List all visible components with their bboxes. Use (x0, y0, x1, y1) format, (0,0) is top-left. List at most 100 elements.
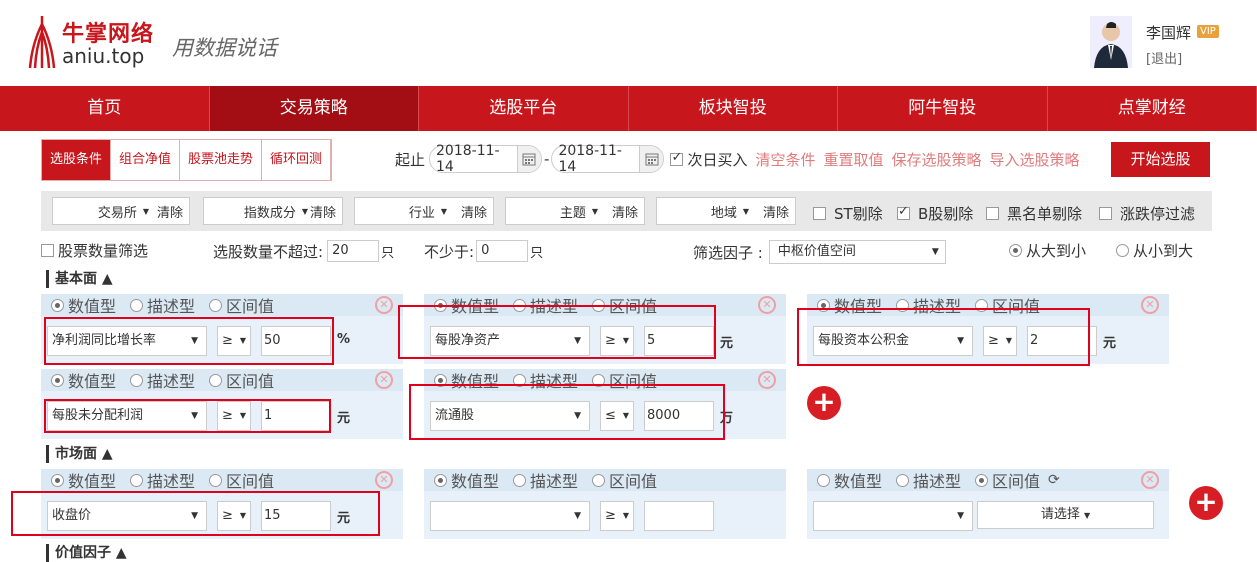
count-row: 股票数量筛选 选股数量不超过:20只 不少于:0只 筛选因子 :中枢价值空间 从… (41, 236, 1212, 264)
numeric-option[interactable]: 数值型 (434, 468, 499, 492)
section-fundamental[interactable]: 基本面 ▲ (46, 270, 113, 288)
value-input[interactable] (644, 501, 714, 531)
sort-asc-option[interactable]: 从小到大 (1116, 240, 1193, 261)
exchange-filter[interactable]: 交易所 ▼ 清除 (52, 197, 190, 225)
region-clear-button[interactable]: 清除 (763, 202, 789, 221)
descriptive-option[interactable]: 描述型 (130, 368, 195, 392)
nav-item-strategy[interactable]: 交易策略 (210, 86, 420, 131)
index-clear-button[interactable]: 清除 (310, 202, 336, 221)
nav-item-sector[interactable]: 板块智投 (629, 86, 839, 131)
factor-label: 筛选因子 : (693, 242, 763, 263)
max-count-input[interactable]: 20 (327, 240, 379, 262)
region-filter[interactable]: 地域▼清除 (656, 197, 796, 225)
import-strategy-link[interactable]: 导入选股策略 (990, 149, 1080, 170)
st-remove-checkbox[interactable] (813, 207, 826, 220)
refresh-icon[interactable]: ⟳ (1048, 472, 1060, 488)
exchange-label: 交易所 (98, 202, 137, 221)
close-icon[interactable]: ✕ (1141, 471, 1159, 489)
numeric-option[interactable]: 数值型 (817, 468, 882, 492)
descriptive-option[interactable]: 描述型 (130, 293, 195, 317)
nav-item-home[interactable]: 首页 (0, 86, 210, 131)
st-remove-option[interactable]: ST剔除 (813, 203, 883, 224)
logout-link[interactable]: [退出] (1146, 48, 1182, 67)
end-date-field[interactable]: 2018-11-14 (551, 145, 664, 173)
limit-filter-checkbox[interactable] (1099, 207, 1112, 220)
close-icon[interactable]: ✕ (758, 296, 776, 314)
min-count-input[interactable]: 0 (476, 240, 528, 262)
sort-desc-radio[interactable] (1009, 244, 1022, 257)
sort-asc-radio[interactable] (1116, 244, 1129, 257)
main-nav: 首页 交易策略 选股平台 板块智投 阿牛智投 点掌财经 (0, 86, 1257, 131)
chevron-down-icon: ▼ (302, 207, 308, 216)
numeric-option[interactable]: 数值型 (51, 368, 116, 392)
unit-label: % (337, 332, 350, 347)
calendar-icon[interactable] (639, 146, 664, 172)
start-date-field[interactable]: 2018-11-14 (429, 145, 542, 173)
factor-select[interactable]: 中枢价值空间 (769, 240, 946, 264)
st-remove-label: ST剔除 (834, 203, 883, 224)
min-count-unit: 只 (530, 242, 543, 261)
range-option[interactable]: 区间值 (209, 293, 274, 317)
range-option[interactable]: 区间值 (592, 468, 657, 492)
next-day-checkbox[interactable] (670, 153, 683, 166)
nav-item-aniu[interactable]: 阿牛智投 (838, 86, 1048, 131)
theme-filter[interactable]: 主题▼清除 (505, 197, 645, 225)
blacklist-checkbox[interactable] (986, 207, 999, 220)
industry-label: 行业 (409, 202, 435, 221)
b-remove-checkbox[interactable] (897, 207, 910, 220)
avatar[interactable] (1090, 16, 1132, 68)
nav-item-stock-picker[interactable]: 选股平台 (419, 86, 629, 131)
highlight-box (398, 305, 716, 359)
add-condition-button[interactable]: + (807, 386, 841, 420)
section-market[interactable]: 市场面 ▲ (46, 445, 113, 463)
close-icon[interactable]: ✕ (1141, 296, 1159, 314)
nav-item-finance[interactable]: 点掌财经 (1048, 86, 1257, 131)
theme-clear-button[interactable]: 清除 (612, 202, 638, 221)
highlight-box (797, 308, 1090, 366)
date-separator: - (544, 150, 549, 168)
close-icon[interactable]: ✕ (375, 371, 393, 389)
limit-filter-option[interactable]: 涨跌停过滤 (1099, 203, 1195, 224)
descriptive-option[interactable]: 描述型 (513, 468, 578, 492)
numeric-option[interactable]: 数值型 (51, 293, 116, 317)
close-icon[interactable]: ✕ (375, 296, 393, 314)
section-value-factor[interactable]: 价值因子 ▲ (46, 544, 127, 562)
tab-backtest[interactable]: 循环回测 (262, 140, 331, 180)
field-select[interactable] (430, 501, 590, 531)
field-select[interactable] (813, 501, 973, 531)
calendar-icon[interactable] (517, 146, 542, 172)
reset-values-link[interactable]: 重置取值 (823, 149, 883, 170)
numeric-option[interactable]: 数值型 (51, 468, 116, 492)
tab-conditions[interactable]: 选股条件 (42, 140, 111, 180)
chevron-down-icon: ▼ (143, 207, 149, 216)
b-remove-option[interactable]: B股剔除 (897, 203, 973, 224)
industry-clear-button[interactable]: 清除 (461, 202, 487, 221)
start-picking-button[interactable]: 开始选股 (1111, 142, 1210, 177)
add-condition-button[interactable]: + (1189, 486, 1223, 520)
condition-card: 数值型描述型区间值 ≥ (424, 469, 786, 539)
range-pick-dropdown[interactable]: 请选择 ▼ (977, 501, 1154, 529)
tab-portfolio-nav[interactable]: 组合净值 (111, 140, 180, 180)
range-option[interactable]: 区间值 (209, 368, 274, 392)
count-filter-checkbox[interactable] (41, 244, 54, 257)
descriptive-option[interactable]: 描述型 (130, 468, 195, 492)
blacklist-option[interactable]: 黑名单剔除 (986, 203, 1082, 224)
save-strategy-link[interactable]: 保存选股策略 (891, 149, 981, 170)
close-icon[interactable]: ✕ (758, 371, 776, 389)
count-filter-option[interactable]: 股票数量筛选 (41, 240, 148, 261)
tab-pool-trend[interactable]: 股票池走势 (180, 140, 262, 180)
slogan: 用数据说话 (172, 32, 277, 62)
range-option[interactable]: 区间值 (209, 468, 274, 492)
exchange-clear-button[interactable]: 清除 (157, 202, 183, 221)
sort-desc-option[interactable]: 从大到小 (1009, 240, 1086, 261)
index-filter[interactable]: 指数成分 ▼清除 (203, 197, 343, 225)
close-icon[interactable]: ✕ (375, 471, 393, 489)
operator-select[interactable]: ≥ (600, 501, 634, 531)
range-option[interactable]: 区间值⟳ (975, 468, 1060, 492)
limit-filter-label: 涨跌停过滤 (1120, 203, 1195, 224)
max-count-unit: 只 (381, 242, 394, 261)
descriptive-option[interactable]: 描述型 (896, 468, 961, 492)
industry-filter[interactable]: 行业▼清除 (354, 197, 494, 225)
index-label: 指数成分 (244, 202, 296, 221)
clear-conditions-link[interactable]: 清空条件 (755, 149, 815, 170)
